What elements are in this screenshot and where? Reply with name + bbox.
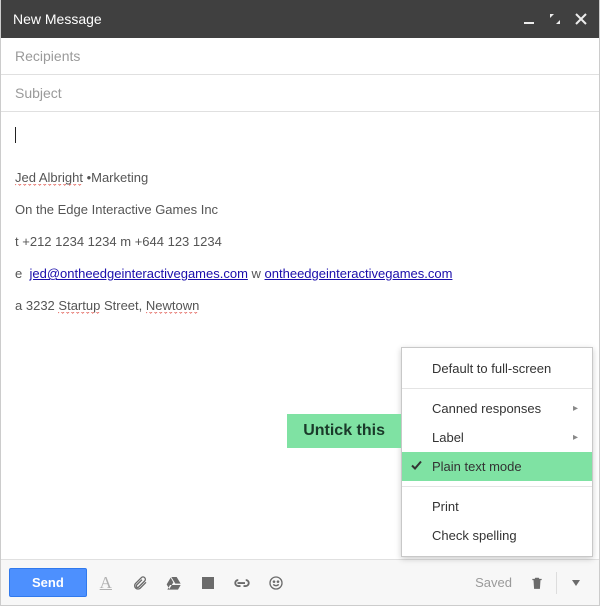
- close-icon[interactable]: [575, 13, 587, 25]
- insert-emoji-icon[interactable]: [261, 568, 291, 598]
- toolbar-divider: [556, 572, 557, 594]
- signature-name-line: Jed Albright •Marketing: [15, 169, 585, 187]
- more-options-button[interactable]: [561, 568, 591, 598]
- more-options-menu: Default to full-screen Canned responses …: [401, 347, 593, 557]
- signature-email-web: e jed@ontheedgeinteractivegames.com w on…: [15, 265, 585, 283]
- formatting-options-icon[interactable]: A: [91, 568, 121, 598]
- menu-print[interactable]: Print: [402, 492, 592, 521]
- signature-block: Jed Albright •Marketing On the Edge Inte…: [15, 169, 585, 316]
- compose-toolbar: Send A Saved: [1, 559, 599, 605]
- signature-phone: t +212 1234 1234 m +644 123 1234: [15, 233, 585, 251]
- menu-separator: [402, 388, 592, 389]
- submenu-caret-icon: ▸: [573, 403, 578, 414]
- insert-link-icon[interactable]: [227, 568, 257, 598]
- minimize-icon[interactable]: [523, 13, 535, 25]
- menu-default-fullscreen[interactable]: Default to full-screen: [402, 354, 592, 383]
- insert-drive-icon[interactable]: [159, 568, 189, 598]
- annotation-callout: Untick this: [287, 414, 401, 448]
- menu-canned-responses[interactable]: Canned responses ▸: [402, 394, 592, 423]
- send-button[interactable]: Send: [9, 568, 87, 597]
- window-controls: [523, 13, 587, 25]
- signature-address: a 3232 Startup Street, Newtown: [15, 297, 585, 315]
- signature-company: On the Edge Interactive Games Inc: [15, 201, 585, 219]
- recipients-field[interactable]: Recipients: [1, 38, 599, 75]
- discard-draft-icon[interactable]: [522, 568, 552, 598]
- subject-field[interactable]: Subject: [1, 75, 599, 112]
- check-icon: [411, 459, 422, 474]
- compose-window: New Message Recipients Subject Jed Albri…: [0, 0, 600, 606]
- saved-indicator: Saved: [475, 575, 512, 590]
- insert-photo-icon[interactable]: [193, 568, 223, 598]
- attach-file-icon[interactable]: [125, 568, 155, 598]
- signature-web-link[interactable]: ontheedgeinteractivegames.com: [265, 266, 453, 281]
- submenu-caret-icon: ▸: [573, 432, 578, 443]
- window-title: New Message: [13, 11, 102, 27]
- signature-email-link[interactable]: jed@ontheedgeinteractivegames.com: [29, 266, 247, 281]
- menu-check-spelling[interactable]: Check spelling: [402, 521, 592, 550]
- menu-plain-text-mode[interactable]: Plain text mode: [402, 452, 592, 481]
- menu-label[interactable]: Label ▸: [402, 423, 592, 452]
- menu-separator: [402, 486, 592, 487]
- titlebar: New Message: [1, 0, 599, 38]
- text-cursor: [15, 127, 16, 143]
- fullscreen-icon[interactable]: [549, 13, 561, 25]
